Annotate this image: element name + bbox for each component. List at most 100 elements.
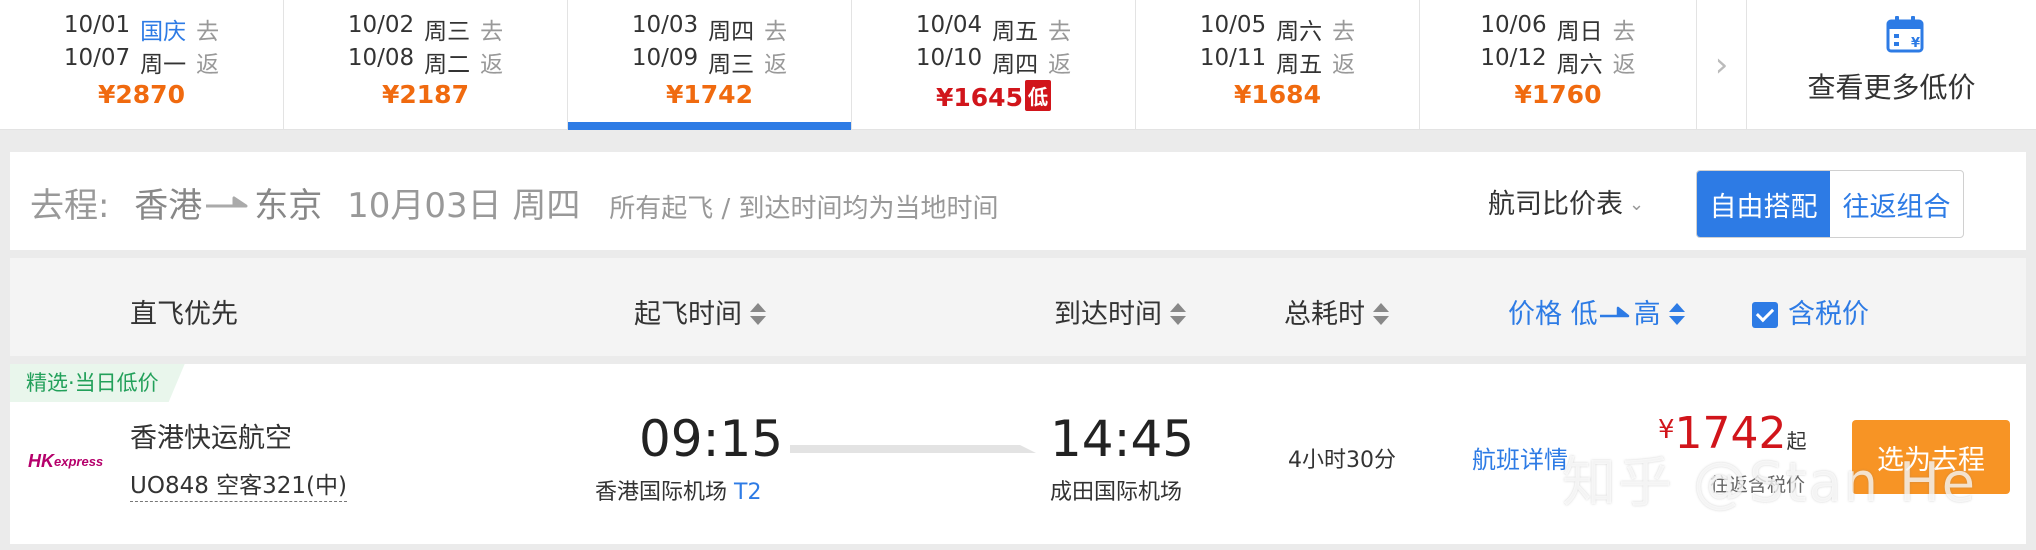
- origin-city: 香港: [134, 186, 203, 226]
- destination-city: 东京: [254, 186, 323, 226]
- calendar-icon: ¥: [1886, 16, 1924, 53]
- go-tag: 去: [1612, 19, 1636, 45]
- next-dates-button[interactable]: ›: [1697, 0, 1747, 130]
- return-tag: 返: [1048, 52, 1072, 78]
- free-combo-tab[interactable]: 自由搭配: [1697, 171, 1830, 237]
- return-tag: 返: [1332, 52, 1356, 78]
- chevron-right-icon: ›: [1714, 45, 1729, 85]
- return-date: 10/10: [915, 45, 983, 71]
- price-low-label: 价格 低: [1508, 299, 1598, 330]
- duration-sort[interactable]: 总耗时: [1284, 292, 1391, 331]
- go-weekday: 周四: [708, 19, 755, 45]
- departure-terminal: T2: [734, 480, 762, 505]
- date-cell[interactable]: 10/02 周三去 10/08 周二返 ¥2187: [284, 0, 568, 130]
- flight-price: ¥1742起: [1658, 408, 1807, 459]
- date-price-value: ¥1645: [936, 83, 1023, 112]
- departure-time: 09:15: [639, 410, 784, 468]
- select-outbound-button[interactable]: 选为去程: [1852, 420, 2010, 494]
- more-low-prices-label: 查看更多低价: [1807, 71, 1976, 104]
- sort-arrows-icon: [1668, 303, 1685, 325]
- trip-mode-toggle: 自由搭配 往返组合: [1696, 170, 1964, 238]
- direct-first-label: 直飞优先: [130, 299, 238, 330]
- return-date: 10/12: [1480, 45, 1547, 71]
- chevron-down-icon: ⌄: [1629, 194, 1645, 215]
- return-tag: 返: [764, 52, 788, 78]
- return-tag: 返: [196, 52, 220, 78]
- sort-header: 直飞优先 起飞时间 到达时间 总耗时 价格 低 高 含税价: [10, 258, 2026, 356]
- flight-details-link[interactable]: 航班详情: [1472, 440, 1568, 475]
- tax-included-checkbox[interactable]: 含税价: [1752, 292, 1869, 331]
- trend-arrow-icon: [1599, 306, 1629, 318]
- flight-duration: 4小时30分: [1288, 448, 1396, 473]
- go-date: 10/05: [1199, 12, 1267, 38]
- route-date: 10月03日 周四: [347, 186, 581, 226]
- arrival-time: 14:45: [1050, 410, 1195, 468]
- svg-text:¥: ¥: [1911, 36, 1920, 51]
- return-date: 10/09: [631, 45, 699, 71]
- date-price: ¥2187: [382, 80, 469, 109]
- flight-row[interactable]: 精选·当日低价 HK express 香港快运航空 UO848 空客321(中)…: [10, 364, 2026, 544]
- route-arrow-icon: [206, 196, 248, 208]
- price-suffix: 起: [1786, 429, 1807, 453]
- return-date: 10/11: [1199, 45, 1267, 71]
- local-time-note: 所有起飞 / 到达时间均为当地时间: [609, 194, 999, 224]
- return-tag: 返: [480, 52, 504, 78]
- price-high-label: 高: [1633, 299, 1661, 330]
- go-weekday: 周日: [1556, 19, 1603, 45]
- go-tag: 去: [480, 19, 504, 45]
- price-value: 1742: [1674, 408, 1787, 459]
- go-date: 10/01: [63, 12, 131, 38]
- go-tag: 去: [196, 19, 220, 45]
- airline-compare-dropdown[interactable]: 航司比价表 ⌄: [1488, 182, 1644, 221]
- depart-time-sort[interactable]: 起飞时间: [634, 292, 768, 331]
- go-tag: 去: [764, 19, 788, 45]
- arrival-airport: 成田国际机场: [1050, 480, 1183, 505]
- go-date: 10/04: [915, 12, 983, 38]
- go-date: 10/06: [1480, 12, 1547, 38]
- go-tag: 去: [1332, 19, 1356, 45]
- duration-label: 总耗时: [1284, 299, 1365, 330]
- date-price-strip: 10/01 国庆去 10/07 周一返 ¥2870 10/02 周三去 10/08 周二…: [0, 0, 2036, 130]
- airline-compare-label: 航司比价表: [1488, 189, 1623, 220]
- flight-path-arrow: [790, 445, 1036, 453]
- go-date: 10/03: [631, 12, 699, 38]
- date-price: ¥1742: [666, 80, 753, 109]
- sort-arrows-icon: [750, 303, 766, 325]
- more-low-prices-button[interactable]: ¥ 查看更多低价: [1747, 0, 2036, 130]
- price-note: 往返含税价: [1710, 474, 1806, 496]
- date-cell-selected[interactable]: 10/03 周四去 10/09 周三返 ¥1742: [568, 0, 852, 130]
- date-cell-lowest[interactable]: 10/04 周五去 10/10 周四返 ¥1645 低: [852, 0, 1136, 130]
- return-weekday: 周六: [1556, 52, 1603, 78]
- checkbox-checked-icon: [1752, 302, 1778, 328]
- sort-arrows-icon: [1373, 303, 1389, 325]
- date-price: ¥1684: [1234, 80, 1321, 109]
- direct-first-sort[interactable]: 直飞优先: [130, 292, 238, 331]
- date-price: ¥1760: [1514, 80, 1602, 109]
- date-price: ¥2870: [98, 80, 185, 109]
- date-cell[interactable]: 10/06 周日去 10/12 周六返 ¥1760: [1420, 0, 1697, 130]
- svg-text:HK: HK: [28, 451, 56, 471]
- go-tag: 去: [1048, 19, 1072, 45]
- departure-airport-name: 香港国际机场: [595, 480, 728, 505]
- return-date: 10/07: [63, 45, 131, 71]
- lowest-badge: 低: [1024, 80, 1051, 111]
- date-cell[interactable]: 10/05 周六去 10/11 周五返 ¥1684: [1136, 0, 1420, 130]
- recommend-ribbon: 精选·当日低价: [10, 364, 185, 402]
- price-sort[interactable]: 价格 低 高: [1508, 292, 1687, 331]
- return-date: 10/08: [347, 45, 415, 71]
- return-weekday: 周一: [140, 52, 187, 78]
- arrive-time-sort[interactable]: 到达时间: [1054, 292, 1188, 331]
- departure-airport: 香港国际机场 T2: [595, 474, 761, 506]
- round-trip-combo-tab[interactable]: 往返组合: [1830, 171, 1963, 237]
- depart-time-label: 起飞时间: [634, 299, 742, 330]
- date-cell[interactable]: 10/01 国庆去 10/07 周一返 ¥2870: [0, 0, 284, 130]
- return-weekday: 周三: [708, 52, 755, 78]
- route-heading: 去程: 香港 东京 10月03日 周四 所有起飞 / 到达时间均为当地时间: [30, 178, 999, 227]
- return-tag: 返: [1612, 52, 1636, 78]
- go-date: 10/02: [347, 12, 415, 38]
- flight-number-aircraft[interactable]: UO848 空客321(中): [130, 466, 347, 502]
- svg-text:express: express: [54, 454, 103, 469]
- return-weekday: 周五: [1276, 52, 1323, 78]
- route-label: 去程:: [30, 186, 110, 226]
- return-weekday: 周四: [992, 52, 1039, 78]
